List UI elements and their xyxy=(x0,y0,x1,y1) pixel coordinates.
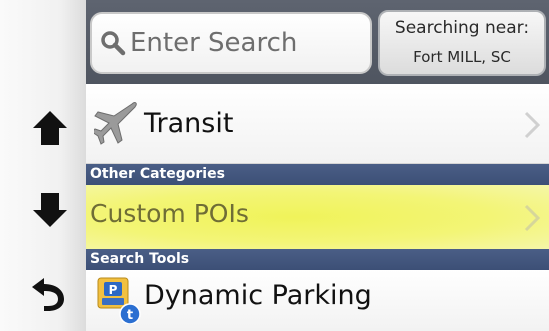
transit-label: Transit xyxy=(144,108,234,139)
dynamic-parking-label: Dynamic Parking xyxy=(144,280,372,311)
chevron-right-icon xyxy=(524,204,541,232)
list-item-dynamic-parking[interactable]: P t Dynamic Parking xyxy=(86,270,549,331)
back-button[interactable] xyxy=(22,264,78,320)
searching-near-button[interactable]: Searching near: Fort MILL, SC xyxy=(378,10,546,76)
search-input[interactable]: Enter Search xyxy=(90,12,372,74)
search-icon xyxy=(101,31,126,56)
search-placeholder-text: Enter Search xyxy=(130,28,298,58)
scroll-up-button[interactable] xyxy=(22,100,78,156)
airplane-icon xyxy=(94,102,137,145)
back-arrow-icon xyxy=(32,278,64,311)
down-arrow-icon xyxy=(33,193,67,227)
category-list: Transit Other Categories Custom POIs Sea… xyxy=(86,84,549,331)
custom-pois-label: Custom POIs xyxy=(90,199,249,228)
parking-icon: P t xyxy=(97,277,141,324)
list-item-transit[interactable]: Transit xyxy=(86,84,549,164)
up-arrow-icon xyxy=(33,111,67,145)
scroll-down-button[interactable] xyxy=(22,182,78,238)
svg-text:t: t xyxy=(127,308,133,323)
section-header-other-categories: Other Categories xyxy=(86,164,549,185)
searching-near-location: Fort MILL, SC xyxy=(413,48,511,66)
side-rail xyxy=(0,0,86,331)
list-item-custom-pois[interactable]: Custom POIs xyxy=(86,185,549,249)
chevron-right-icon xyxy=(524,111,541,139)
searching-near-label: Searching near: xyxy=(394,18,530,38)
svg-text:P: P xyxy=(109,283,118,297)
navigation-search-screen: Enter Search Searching near: Fort MILL, … xyxy=(0,0,549,331)
search-header: Enter Search Searching near: Fort MILL, … xyxy=(86,0,549,85)
section-header-search-tools: Search Tools xyxy=(86,249,549,270)
